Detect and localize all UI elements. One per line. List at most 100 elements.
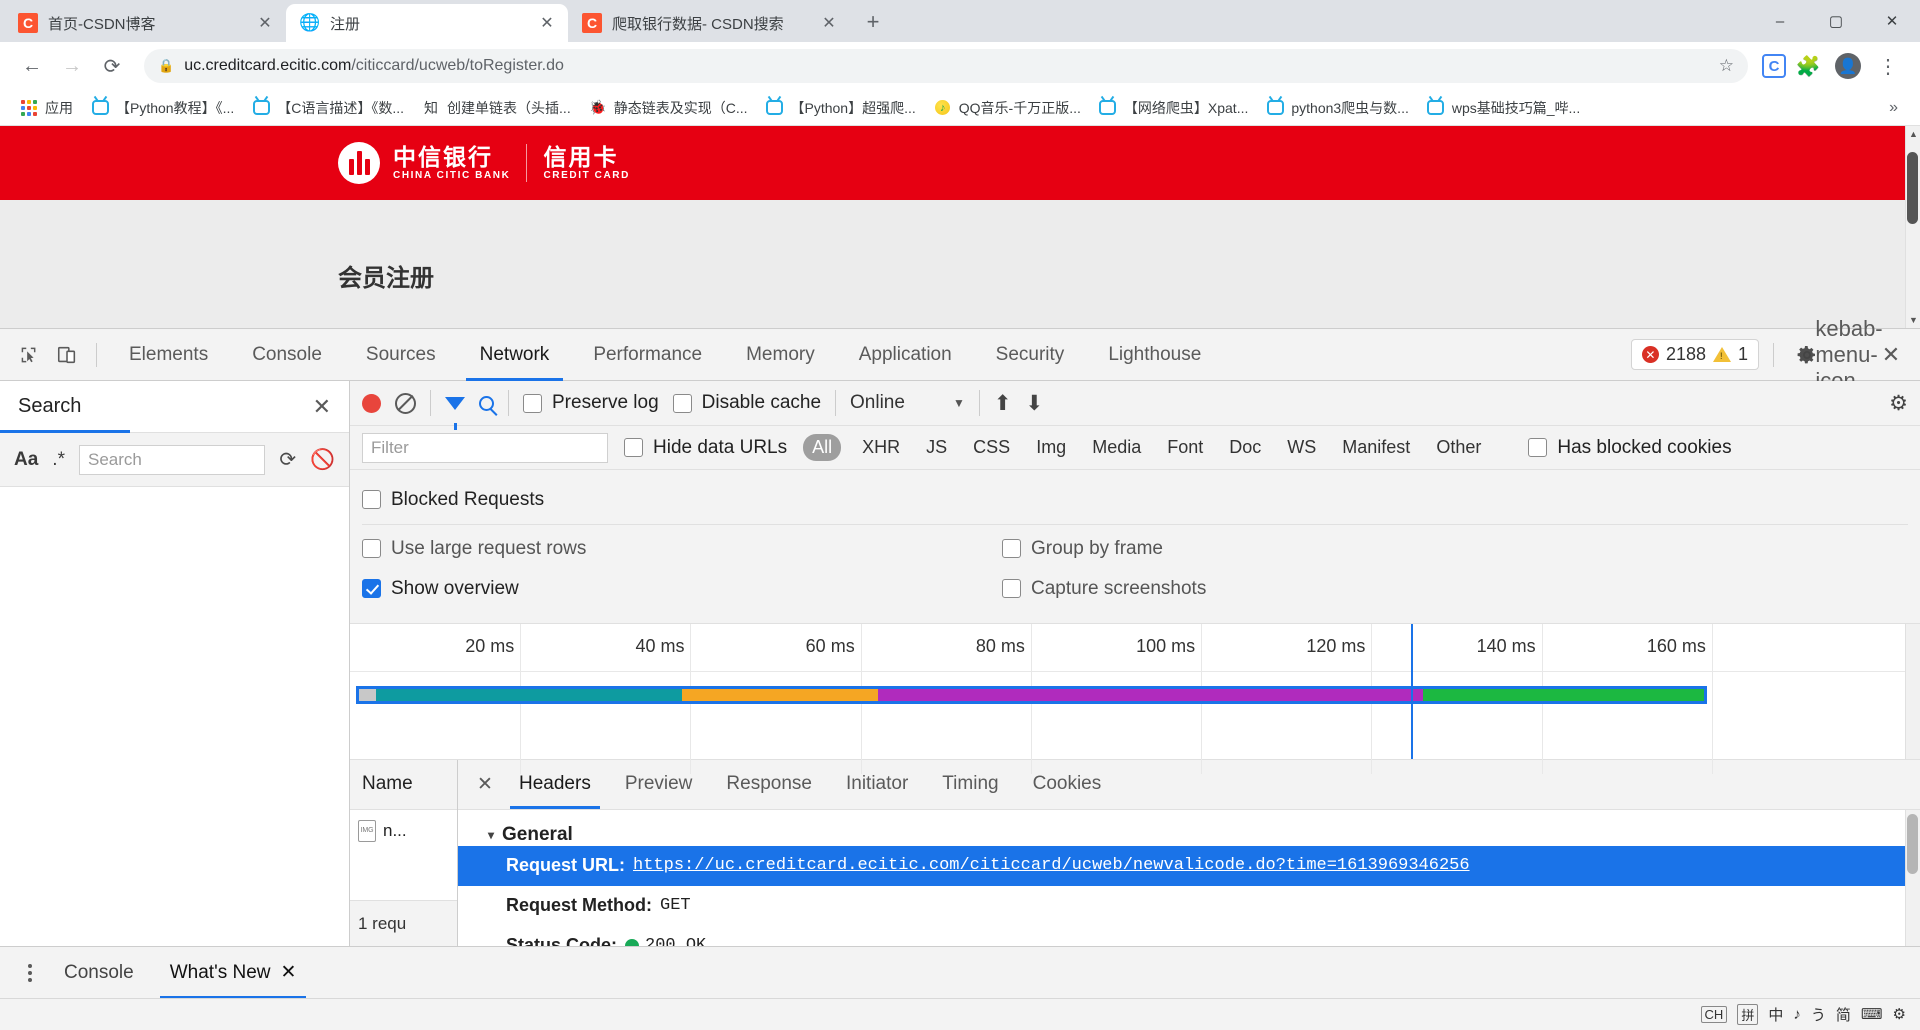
regex-icon[interactable]: .* xyxy=(52,449,65,471)
tab-close-icon[interactable]: ✕ xyxy=(818,12,840,34)
resource-type-ws[interactable]: WS xyxy=(1282,435,1321,460)
resource-type-media[interactable]: Media xyxy=(1087,435,1146,460)
record-button[interactable] xyxy=(362,394,381,413)
resource-type-xhr[interactable]: XHR xyxy=(857,435,905,460)
checkbox-box[interactable] xyxy=(673,394,692,413)
overview-scrollbar[interactable] xyxy=(1905,624,1920,759)
tab-network[interactable]: Network xyxy=(458,329,572,381)
tab-timing[interactable]: Timing xyxy=(925,759,1015,809)
profile-avatar-icon[interactable]: 👤 xyxy=(1830,48,1866,84)
table-row[interactable]: IMG n... xyxy=(350,810,457,852)
filter-funnel-icon[interactable] xyxy=(445,397,465,410)
has-blocked-cookies-checkbox[interactable]: Has blocked cookies xyxy=(1528,437,1731,459)
ime-mode-indicator[interactable]: 拼 xyxy=(1737,1004,1758,1025)
scroll-down-icon[interactable]: ▼ xyxy=(1906,312,1920,328)
window-maximize-button[interactable]: ▢ xyxy=(1808,0,1864,42)
tab-sources[interactable]: Sources xyxy=(344,329,458,381)
resource-type-css[interactable]: CSS xyxy=(968,435,1015,460)
header-request-method[interactable]: Request Method: GET xyxy=(458,886,1920,926)
resource-type-manifest[interactable]: Manifest xyxy=(1337,435,1415,460)
close-icon[interactable]: ✕ xyxy=(468,773,502,796)
use-large-request-rows-checkbox[interactable]: Use large request rows xyxy=(362,538,1002,560)
ime-item-music[interactable]: ♪ xyxy=(1793,1006,1801,1023)
kebab-menu-icon[interactable]: kebab-menu-icon xyxy=(1830,336,1868,374)
address-bar[interactable]: 🔒 uc.creditcard.ecitic.com/citiccard/ucw… xyxy=(144,49,1748,83)
tab-console[interactable]: Console xyxy=(230,329,344,381)
preserve-log-checkbox[interactable]: Preserve log xyxy=(523,392,659,414)
tab-close-icon[interactable]: ✕ xyxy=(536,12,558,34)
window-close-button[interactable]: ✕ xyxy=(1864,0,1920,42)
resource-type-all[interactable]: All xyxy=(803,434,841,461)
gear-icon[interactable]: ⚙ xyxy=(1893,1005,1906,1023)
drawer-tab-whats-new[interactable]: What's New ✕ xyxy=(152,947,315,999)
scrollbar-thumb[interactable] xyxy=(1907,152,1918,224)
refresh-icon[interactable]: ⟳ xyxy=(279,447,296,472)
back-icon[interactable]: ← xyxy=(14,48,50,84)
disclosure-triangle-icon[interactable]: ▾ xyxy=(488,828,494,842)
bookmark-item[interactable]: 【C语言描述】《数... xyxy=(244,94,412,122)
disable-cache-checkbox[interactable]: Disable cache xyxy=(673,392,821,414)
forward-icon[interactable]: → xyxy=(54,48,90,84)
tab-performance[interactable]: Performance xyxy=(571,329,724,381)
bookmark-star-icon[interactable]: ☆ xyxy=(1719,56,1734,76)
network-overview-timeline[interactable]: 20 ms40 ms60 ms80 ms100 ms120 ms140 ms16… xyxy=(350,624,1920,760)
bookmark-item[interactable]: 【Python】超强爬... xyxy=(758,94,924,122)
search-magnifier-icon[interactable] xyxy=(479,396,494,411)
scrollbar-thumb[interactable] xyxy=(1907,814,1918,874)
checkbox-box[interactable] xyxy=(1528,438,1547,457)
ime-lang-indicator[interactable]: CH xyxy=(1701,1006,1728,1023)
clear-icon[interactable]: 🚫 xyxy=(310,447,335,472)
tab-memory[interactable]: Memory xyxy=(724,329,837,381)
close-icon[interactable]: ✕ xyxy=(313,394,331,420)
tab-lighthouse[interactable]: Lighthouse xyxy=(1086,329,1223,381)
close-icon[interactable]: ✕ xyxy=(1872,336,1910,374)
clear-button[interactable] xyxy=(395,393,416,414)
bookmark-item[interactable]: 🐞 静态链表及实现（C... xyxy=(581,94,756,122)
checkbox-box[interactable] xyxy=(1002,539,1021,558)
device-toolbar-icon[interactable] xyxy=(48,336,86,374)
resource-type-js[interactable]: JS xyxy=(921,435,952,460)
checkbox-box[interactable] xyxy=(624,438,643,457)
detail-scrollbar[interactable] xyxy=(1905,810,1920,946)
network-settings-gear-icon[interactable]: ⚙ xyxy=(1889,391,1908,416)
search-input[interactable]: Search xyxy=(79,445,265,475)
resource-type-img[interactable]: Img xyxy=(1031,435,1071,460)
hide-data-urls-checkbox[interactable]: Hide data URLs xyxy=(624,437,787,459)
import-har-icon[interactable]: ⬆ xyxy=(994,391,1012,416)
bookmark-item[interactable]: 【网络爬虫】Xpat... xyxy=(1091,94,1256,122)
ime-item-simplified[interactable]: 简 xyxy=(1836,1004,1851,1025)
tab-response[interactable]: Response xyxy=(709,759,829,809)
checkbox-box[interactable] xyxy=(362,490,381,509)
tab-preview[interactable]: Preview xyxy=(608,759,710,809)
scroll-up-icon[interactable]: ▲ xyxy=(1906,126,1920,142)
resource-type-font[interactable]: Font xyxy=(1162,435,1208,460)
drawer-tab-console[interactable]: Console xyxy=(46,947,152,999)
checkbox-box[interactable] xyxy=(362,579,381,598)
checkbox-box[interactable] xyxy=(362,539,381,558)
tab-application[interactable]: Application xyxy=(837,329,974,381)
bookmark-item[interactable]: 知 创建单链表（头插... xyxy=(414,94,579,122)
checkbox-box[interactable] xyxy=(1002,579,1021,598)
window-minimize-button[interactable]: – xyxy=(1752,0,1808,42)
resource-type-doc[interactable]: Doc xyxy=(1224,435,1266,460)
show-overview-checkbox[interactable]: Show overview xyxy=(362,578,1002,600)
bookmark-apps[interactable]: 应用 xyxy=(12,94,81,122)
browser-tab-1[interactable]: 🌐 注册 ✕ xyxy=(286,4,568,42)
new-tab-button[interactable]: + xyxy=(856,5,890,39)
throttling-select[interactable]: Online ▼ xyxy=(850,392,965,414)
reload-icon[interactable]: ⟳ xyxy=(94,48,130,84)
bookmarks-overflow-icon[interactable]: » xyxy=(1879,99,1908,117)
tab-elements[interactable]: Elements xyxy=(107,329,230,381)
header-status-code[interactable]: Status Code: 200 OK xyxy=(458,926,1920,946)
kebab-menu-icon[interactable] xyxy=(14,964,46,982)
export-har-icon[interactable]: ⬇ xyxy=(1025,391,1043,416)
timeline-cursor[interactable] xyxy=(1411,624,1413,759)
bookmark-item[interactable]: ♪ QQ音乐-千万正版... xyxy=(926,94,1089,122)
request-column-header[interactable]: Name xyxy=(350,760,457,810)
resource-type-other[interactable]: Other xyxy=(1431,435,1486,460)
blocked-requests-checkbox[interactable]: Blocked Requests xyxy=(362,489,544,511)
tab-security[interactable]: Security xyxy=(974,329,1087,381)
issues-badge[interactable]: ✕ 2188 1 xyxy=(1631,339,1759,370)
tab-cookies[interactable]: Cookies xyxy=(1016,759,1119,809)
tab-close-icon[interactable]: ✕ xyxy=(254,12,276,34)
